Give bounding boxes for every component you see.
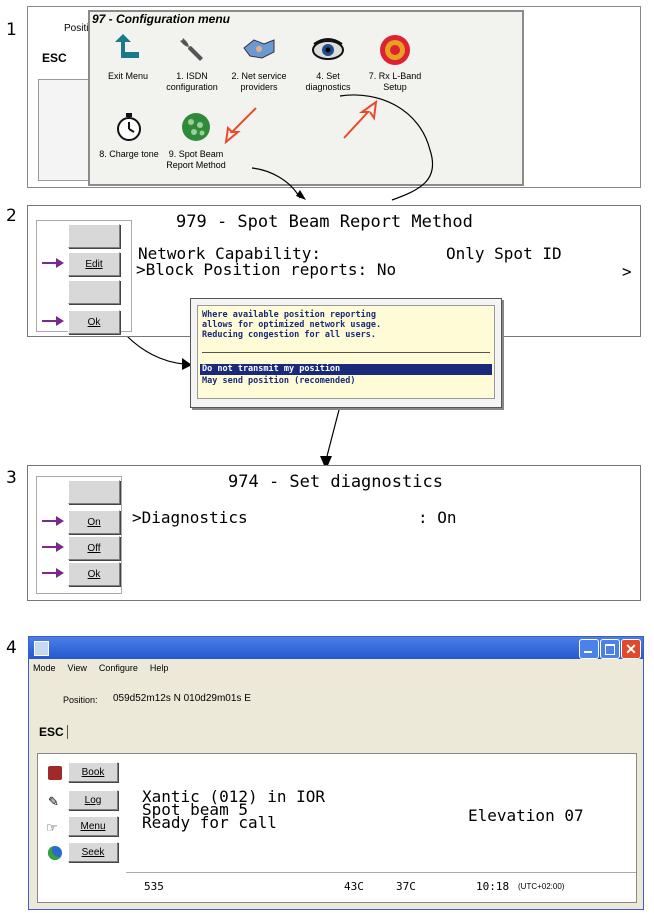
blank-button[interactable] xyxy=(68,480,120,504)
pointer-arrow-icon xyxy=(42,568,64,578)
network-capability-value: Only Spot ID xyxy=(446,244,562,263)
close-icon: ✕ xyxy=(625,641,637,657)
menu-configure[interactable]: Configure xyxy=(99,663,138,673)
title-bar: ✕ xyxy=(29,637,643,659)
ready-status-line: Ready for call xyxy=(142,813,277,832)
esc-button[interactable]: ESC xyxy=(39,725,68,739)
popup-text-line: Where available position reporting xyxy=(202,310,376,320)
pointer-arrow-icon xyxy=(42,542,64,552)
popup-inner: Where available position reporting allow… xyxy=(197,305,495,399)
option-may-send[interactable]: May send position (recomended) xyxy=(202,376,356,386)
main-display: Book ✎ Log ☞ Menu Seek Xantic (012) in I… xyxy=(37,753,637,903)
maximize-button[interactable] xyxy=(600,639,620,659)
timezone: (UTC+02:00) xyxy=(518,882,565,891)
pointer-arrow-icon xyxy=(42,316,64,326)
position-report-popup: Where available position reporting allow… xyxy=(190,298,502,408)
hand-pointer-icon: ☞ xyxy=(46,820,58,835)
clock-time: 10:18 xyxy=(476,880,510,893)
pointer-arrow-icon xyxy=(42,516,64,526)
minimize-icon xyxy=(584,651,592,653)
set-diagnostics-panel: 974 - Set diagnostics >Diagnostics : On … xyxy=(27,465,641,601)
pointer-arrow-icon xyxy=(42,258,64,268)
next-marker: > xyxy=(622,262,632,281)
panel-title: 979 - Spot Beam Report Method xyxy=(176,212,473,232)
log-label: Log xyxy=(68,790,118,810)
seek-label: Seek xyxy=(68,842,118,862)
menu-mode[interactable]: Mode xyxy=(33,663,56,673)
position-value: 059d52m12s N 010d29m01s E xyxy=(113,693,251,704)
close-button[interactable]: ✕ xyxy=(621,639,641,659)
panel-title: 974 - Set diagnostics xyxy=(228,472,443,492)
blank-button[interactable] xyxy=(68,280,120,304)
elevation-readout: Elevation 07 xyxy=(468,806,584,825)
ok-button[interactable]: Ok xyxy=(68,562,120,586)
minimize-button[interactable] xyxy=(579,639,599,659)
book-button[interactable]: Book xyxy=(46,762,120,782)
menu-view[interactable]: View xyxy=(68,663,87,673)
blank-button[interactable] xyxy=(68,224,120,248)
diagnostics-row[interactable]: >Diagnostics xyxy=(132,508,248,527)
position-label: Position: xyxy=(63,695,98,705)
on-button[interactable]: On xyxy=(68,510,120,534)
menu-help[interactable]: Help xyxy=(150,663,169,673)
temperature-1: 43C xyxy=(344,880,364,893)
book-icon xyxy=(48,766,62,780)
ok-button[interactable]: Ok xyxy=(68,310,120,334)
popup-divider xyxy=(202,352,490,353)
app-icon xyxy=(34,641,49,656)
block-position-row[interactable]: >Block Position reports: No xyxy=(136,260,396,279)
status-divider xyxy=(126,872,636,873)
menu-bar: Mode View Configure Help xyxy=(29,659,643,677)
book-label: Book xyxy=(68,762,118,782)
menu-label: Menu xyxy=(68,816,118,836)
app-window: ✕ Mode View Configure Help Position: 059d52… xyxy=(28,636,644,910)
seek-button[interactable]: Seek xyxy=(46,842,120,862)
diagnostics-value: : On xyxy=(418,508,457,527)
status-code: 535 xyxy=(144,880,164,893)
off-button[interactable]: Off xyxy=(68,536,120,560)
popup-text-line: Reducing congestion for all users. xyxy=(202,330,376,340)
option-do-not-transmit[interactable]: Do not transmit my position xyxy=(200,364,492,375)
menu-button[interactable]: ☞ Menu xyxy=(46,816,120,836)
edit-button[interactable]: Edit xyxy=(68,252,120,276)
log-button[interactable]: ✎ Log xyxy=(46,790,120,810)
maximize-icon xyxy=(605,644,615,655)
globe-icon xyxy=(48,846,62,860)
pen-icon: ✎ xyxy=(48,794,59,809)
popup-text-line: allows for optimized network usage. xyxy=(202,320,382,330)
temperature-2: 37C xyxy=(396,880,416,893)
